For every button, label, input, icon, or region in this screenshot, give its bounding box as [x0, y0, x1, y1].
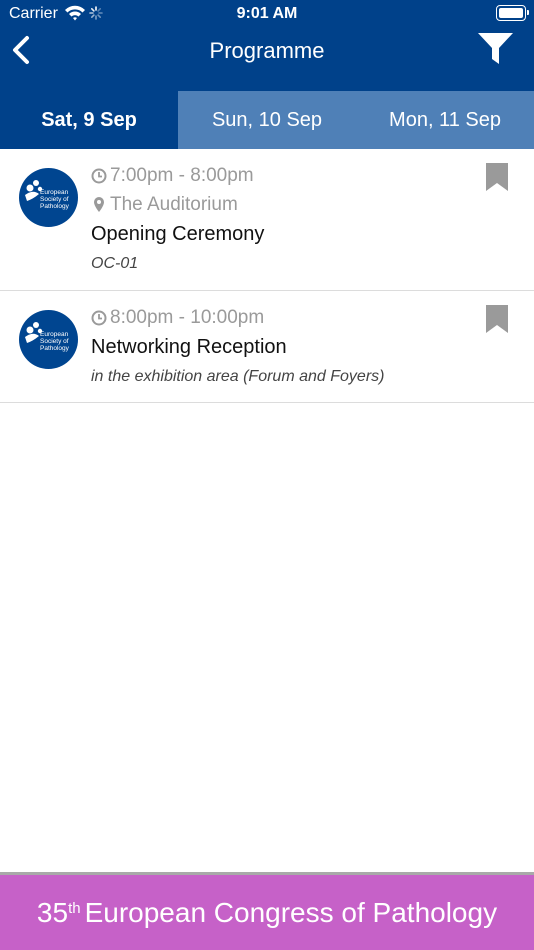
- event-title: Networking Reception: [91, 336, 287, 358]
- tab-label: Sun, 10 Sep: [211, 108, 323, 131]
- event-time-text: 7:00pm - 8:00pm: [110, 165, 254, 186]
- bookmark-icon[interactable]: [486, 163, 508, 191]
- list-item[interactable]: European Society of Pathology 8:00pm - 1…: [0, 291, 534, 403]
- event-location: The Auditorium: [91, 194, 238, 216]
- society-logo: European Society of Pathology: [19, 310, 78, 369]
- battery-icon: [496, 5, 529, 21]
- event-time: 7:00pm - 8:00pm: [91, 165, 254, 187]
- event-code: OC-01: [91, 255, 139, 272]
- banner-text: European Congress of Pathology: [84, 896, 498, 928]
- bookmark-icon[interactable]: [486, 305, 508, 333]
- nav-bar: Programme: [0, 28, 534, 91]
- event-time-text: 8:00pm - 10:00pm: [110, 307, 265, 328]
- programme-list: European Society of Pathology 7:00pm - 8…: [0, 149, 534, 403]
- day-tabs: Sat, 9 Sep Sun, 10 Sep Mon, 11 Sep: [0, 91, 534, 149]
- clock-icon: [91, 168, 107, 184]
- event-description: in the exhibition area (Forum and Foyers…: [91, 368, 385, 385]
- tab-label: Mon, 11 Sep: [389, 108, 501, 131]
- event-time: 8:00pm - 10:00pm: [91, 307, 264, 329]
- banner-number: 35: [36, 896, 69, 928]
- tab-label: Sat, 9 Sep: [41, 108, 137, 131]
- banner-ordinal: th: [68, 900, 81, 917]
- congress-banner[interactable]: 35th European Congress of Pathology: [0, 872, 534, 950]
- event-location-text: The Auditorium: [110, 194, 238, 215]
- clock-icon: [91, 310, 107, 326]
- society-logo: European Society of Pathology: [19, 168, 78, 227]
- filter-icon[interactable]: [477, 32, 514, 66]
- status-time: 9:01 AM: [236, 5, 298, 22]
- page-title: Programme: [209, 38, 325, 63]
- status-bar: Carrier 9:01 AM: [0, 0, 534, 28]
- tab-sat-9-sep[interactable]: Sat, 9 Sep: [0, 91, 178, 149]
- logo-text: European Society of Pathology: [40, 189, 69, 210]
- tab-sun-10-sep[interactable]: Sun, 10 Sep: [178, 91, 356, 149]
- location-pin-icon: [94, 197, 104, 212]
- tab-mon-11-sep[interactable]: Mon, 11 Sep: [356, 91, 534, 149]
- list-item[interactable]: European Society of Pathology 7:00pm - 8…: [0, 149, 534, 291]
- logo-text: European Society of Pathology: [40, 331, 69, 352]
- event-title: Opening Ceremony: [91, 223, 265, 245]
